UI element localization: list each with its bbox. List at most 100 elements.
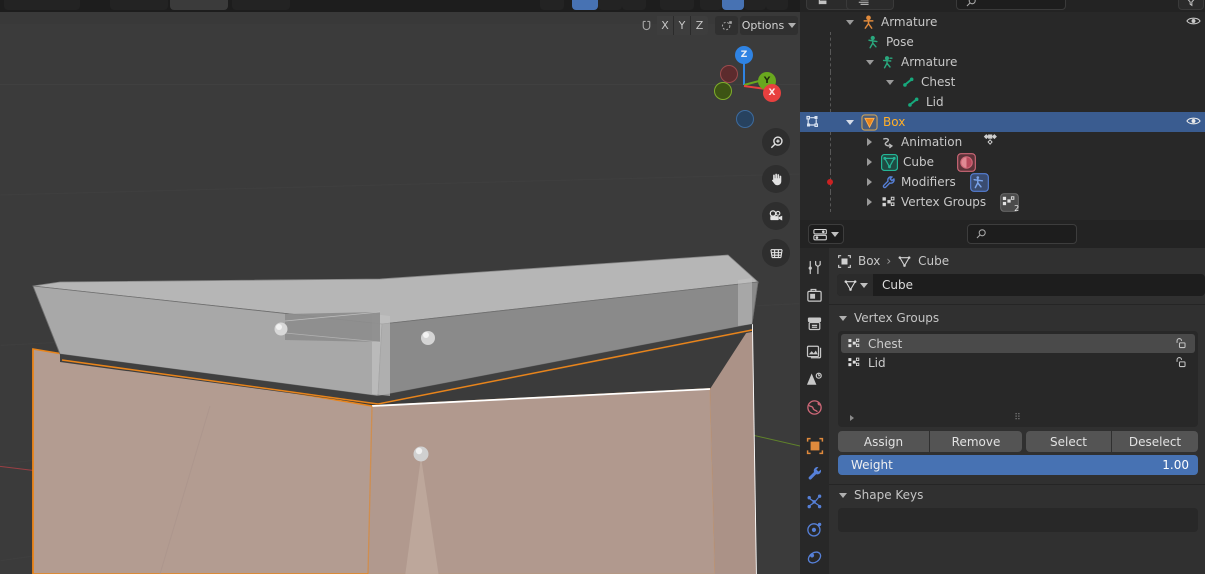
gizmo-ball-x-pos[interactable]: X xyxy=(763,84,781,102)
outliner-row-bone-lid[interactable]: Lid xyxy=(800,92,1205,112)
topbar-mode-chip[interactable] xyxy=(540,0,564,10)
outliner-search-input[interactable] xyxy=(956,0,1066,10)
topbar-xray-chip[interactable] xyxy=(660,0,694,10)
outliner-row-armature-object[interactable]: Armature xyxy=(800,12,1205,32)
camera-back-icon[interactable] xyxy=(803,284,827,307)
select-button[interactable]: Select xyxy=(1026,431,1112,452)
vertex-group-name: Lid xyxy=(868,355,886,370)
topbar-select-mode-edge[interactable] xyxy=(598,0,622,10)
world-icon[interactable] xyxy=(803,396,827,419)
outliner-header xyxy=(800,0,1205,12)
gizmo-ball-x-neg[interactable] xyxy=(720,65,738,83)
visibility-eye-icon[interactable] xyxy=(1186,15,1201,30)
expander-triangle-right-icon[interactable] xyxy=(867,178,872,186)
topbar-shading-solid[interactable] xyxy=(722,0,744,10)
grid-icon[interactable] xyxy=(762,239,790,267)
printer-icon[interactable] xyxy=(803,312,827,335)
topbar-select-mode-vertex[interactable] xyxy=(572,0,598,10)
snap-axis-x[interactable]: X xyxy=(657,16,674,35)
topbar-transform-orientation[interactable] xyxy=(4,0,80,10)
unlock-icon[interactable] xyxy=(1173,337,1187,353)
topbar-pivot-chip[interactable] xyxy=(232,0,290,10)
images-icon[interactable] xyxy=(803,340,827,363)
outliner-row-cube-mesh[interactable]: Cube xyxy=(800,152,1205,172)
snap-axis-y[interactable]: Y xyxy=(674,16,691,35)
weight-slider[interactable]: Weight 1.00 xyxy=(838,455,1198,475)
vertex-group-icon xyxy=(881,195,896,210)
tool-icon[interactable] xyxy=(803,256,827,279)
outliner-label: Box xyxy=(883,115,906,129)
expander-triangle-down-icon[interactable] xyxy=(866,59,874,65)
viewport-canvas[interactable] xyxy=(0,24,800,574)
triangle-right-icon[interactable] xyxy=(850,415,854,421)
outliner-row-vertex-groups[interactable]: Vertex Groups 2 xyxy=(800,192,1205,213)
outliner-row-pose[interactable]: Pose xyxy=(800,32,1205,52)
zoom-icon[interactable] xyxy=(762,128,790,156)
shape-keys-panel-header[interactable]: Shape Keys xyxy=(829,485,1205,505)
hand-icon[interactable] xyxy=(762,165,790,193)
breadcrumb-data-label[interactable]: Cube xyxy=(918,254,949,268)
topbar-select-mode-face[interactable] xyxy=(622,0,646,10)
object-square-icon[interactable] xyxy=(803,434,827,457)
topbar-shading-rendered[interactable] xyxy=(766,0,788,10)
unlock-icon[interactable] xyxy=(1173,356,1187,372)
topbar-shading-wireframe[interactable] xyxy=(700,0,722,10)
breadcrumb-object-label[interactable]: Box xyxy=(858,254,880,268)
outliner-row-animation[interactable]: Animation xyxy=(800,132,1205,152)
vertex-group-count-badge[interactable]: 2 xyxy=(1000,192,1019,213)
expander-triangle-down-icon[interactable] xyxy=(846,119,854,125)
gizmo-ball-y-neg[interactable] xyxy=(714,82,732,100)
camera-icon[interactable] xyxy=(762,202,790,230)
vertex-groups-panel-header[interactable]: Vertex Groups xyxy=(829,308,1205,328)
topbar-proportional-chip[interactable] xyxy=(170,0,228,10)
chest-model[interactable] xyxy=(0,24,800,574)
gizmo-ball-z-neg[interactable] xyxy=(736,110,754,128)
expander-triangle-right-icon[interactable] xyxy=(867,158,872,166)
shape-keys-list[interactable] xyxy=(838,508,1198,532)
expander-triangle-down-icon[interactable] xyxy=(886,79,894,85)
mesh-name-field[interactable]: Cube xyxy=(837,274,1205,296)
remove-button[interactable]: Remove xyxy=(930,431,1022,452)
3d-viewport[interactable]: X Y Z Options Z Y X xyxy=(0,12,800,574)
cone-droplet-icon[interactable] xyxy=(803,368,827,391)
properties-editor[interactable]: Box › Cube Cube Vertex Groups Chest Lid … xyxy=(800,220,1205,574)
expander-triangle-down-icon[interactable] xyxy=(846,19,854,25)
deselect-button[interactable]: Deselect xyxy=(1112,431,1198,452)
proportional-editing-icon[interactable] xyxy=(715,16,738,35)
physics-icon[interactable] xyxy=(803,518,827,541)
mesh-data-browse-dropdown[interactable] xyxy=(837,274,873,296)
vertex-group-item-chest[interactable]: Chest xyxy=(841,334,1195,353)
outliner-editor[interactable]: Armature Pose Armature Chest Lid Box Ani… xyxy=(800,0,1205,220)
options-button[interactable]: Options xyxy=(740,16,798,35)
outliner-row-armature-data[interactable]: Armature xyxy=(800,52,1205,72)
visibility-eye-icon[interactable] xyxy=(1186,115,1201,130)
outliner-filter-dropdown[interactable] xyxy=(846,0,894,10)
bone-icon xyxy=(906,95,921,110)
grip-dots-icon[interactable]: ⠿ xyxy=(1014,413,1022,423)
particles-icon[interactable] xyxy=(803,490,827,513)
snap-axis-z[interactable]: Z xyxy=(691,16,708,35)
expander-triangle-right-icon[interactable] xyxy=(867,198,872,206)
expander-triangle-right-icon[interactable] xyxy=(867,138,872,146)
magnet-icon[interactable] xyxy=(635,16,657,35)
topbar-snap-chip[interactable] xyxy=(110,0,168,10)
armature-modifier-badge-icon[interactable] xyxy=(969,172,989,192)
vertex-group-icon xyxy=(847,356,861,370)
editor-type-dropdown[interactable] xyxy=(808,224,844,244)
outliner-row-box[interactable]: Box xyxy=(800,112,1205,132)
mesh-name-value: Cube xyxy=(882,278,913,292)
outliner-row-modifiers[interactable]: Modifiers xyxy=(800,172,1205,192)
vertex-groups-list[interactable]: Chest Lid ⠿ xyxy=(838,331,1198,427)
outliner-filter-funnel-button[interactable] xyxy=(1178,0,1204,10)
keyframe-badge-icon[interactable] xyxy=(978,133,1000,151)
wrench-icon[interactable] xyxy=(803,462,827,485)
outliner-row-bone-chest[interactable]: Chest xyxy=(800,72,1205,92)
vertex-group-item-lid[interactable]: Lid xyxy=(841,353,1195,372)
assign-button[interactable]: Assign xyxy=(838,431,930,452)
navigation-gizmo[interactable]: Z Y X xyxy=(706,42,782,128)
constraint-icon[interactable] xyxy=(803,546,827,569)
gizmo-ball-z-pos[interactable]: Z xyxy=(735,46,753,64)
topbar-shading-material[interactable] xyxy=(744,0,766,10)
material-badge-icon[interactable] xyxy=(957,152,976,172)
properties-search-input[interactable] xyxy=(967,224,1077,244)
